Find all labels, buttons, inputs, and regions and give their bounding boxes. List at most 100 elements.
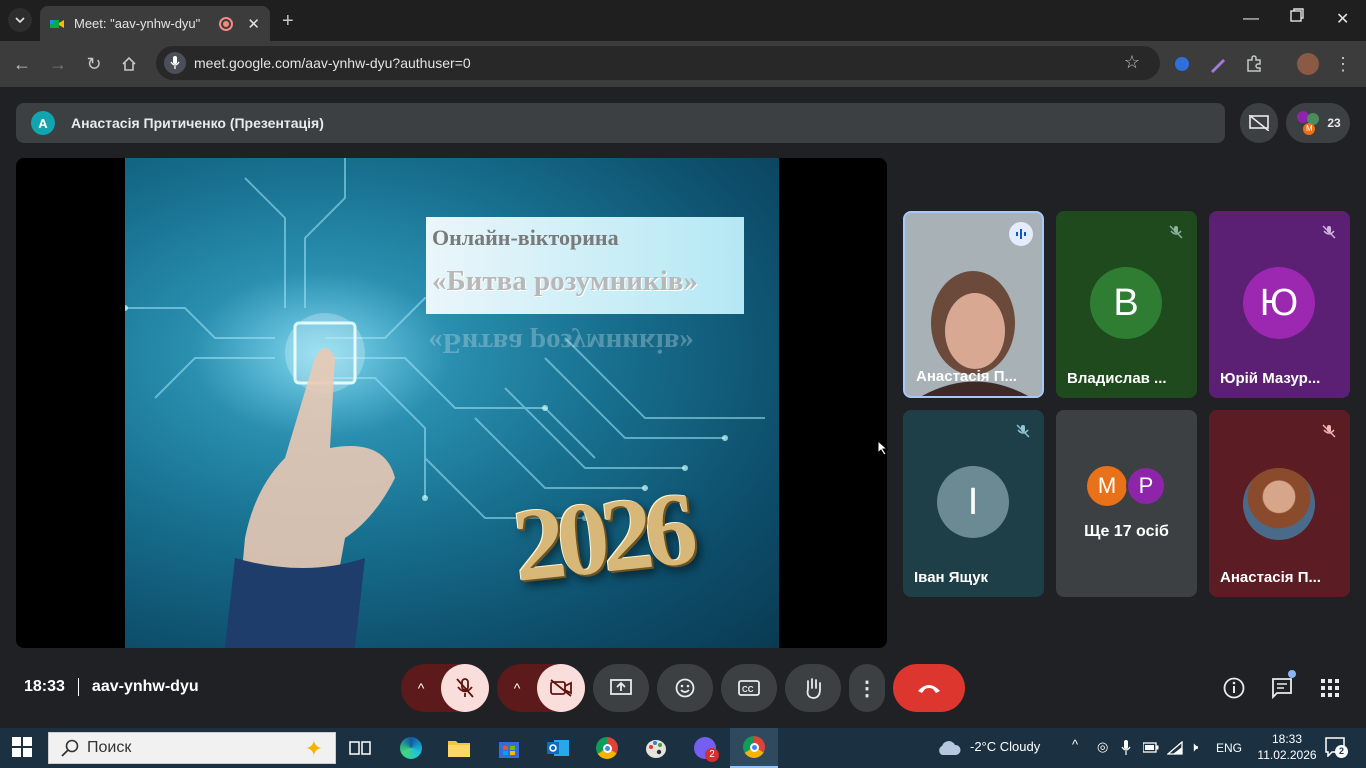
file-explorer-icon[interactable] [444,734,474,762]
participant-tile[interactable]: В Владислав ... [1056,211,1197,398]
tab-search-button[interactable] [8,8,32,32]
language-indicator[interactable]: ENG [1216,741,1242,755]
chrome-active-icon[interactable] [730,728,778,768]
meet-favicon-icon [50,19,64,28]
camera-off-icon [550,679,572,697]
chrome-menu-icon[interactable]: ⋮ [1332,53,1354,75]
chat-icon [1272,678,1292,699]
participant-tile[interactable]: І Іван Ящук [903,410,1044,597]
paint-icon[interactable] [641,734,671,762]
camera-tray-icon[interactable]: ◎ [1097,739,1108,755]
chat-button[interactable] [1258,664,1306,712]
participant-name: Владислав ... [1067,370,1167,387]
activities-button[interactable] [1306,664,1354,712]
new-tab-icon[interactable]: + [282,10,294,33]
search-icon [61,739,79,757]
hand-icon [806,678,821,699]
presentation-stage: Онлайн-вікторина «Битва розумників» «Бит… [16,158,887,648]
weather-text[interactable]: -2°C Cloudy [970,739,1040,754]
mic-off-icon [456,678,474,698]
slide-title-line1: Онлайн-вікторина [432,225,619,250]
captions-button[interactable]: CC [721,664,777,712]
others-tile[interactable]: M P Ще 17 осіб [1056,410,1197,597]
clock-time: 18:33 [1271,732,1303,746]
reactions-button[interactable] [657,664,713,712]
clock-date: 11.02.2026 [1257,748,1317,762]
browser-tab[interactable]: Meet: "aav-ynhw-dyu" ✕ [40,6,270,41]
reload-icon[interactable]: ↻ [83,53,105,75]
extension-pen-icon[interactable] [1208,54,1228,74]
participant-avatar: В [1090,267,1162,339]
video-options-chevron-icon[interactable]: ^ [497,680,537,696]
meeting-details-button[interactable] [1210,664,1258,712]
mouse-cursor-icon [877,440,889,456]
task-view-icon[interactable] [345,734,375,762]
wifi-icon[interactable] [1167,741,1183,755]
chrome-icon[interactable] [592,734,622,762]
raise-hand-button[interactable] [785,664,841,712]
close-window-icon[interactable]: ✕ [1336,9,1349,29]
url-text: meet.google.com/aav-ynhw-dyu?authuser=0 [194,55,471,71]
extensions-puzzle-icon[interactable] [1244,54,1264,74]
show-hidden-icons-icon[interactable]: ^ [1072,737,1078,752]
taskbar-search[interactable]: Поиск ✦ [48,732,336,764]
participant-tile-speaker[interactable]: Анастасія П... [903,211,1044,398]
windows-start-icon[interactable] [12,737,32,757]
hang-up-icon [918,685,940,693]
camera-off-button[interactable] [537,664,585,712]
browser-toolbar: ← → ↻ meet.google.com/aav-ynhw-dyu?authu… [0,41,1366,87]
participant-tile[interactable]: Ю Юрій Мазур... [1209,211,1350,398]
clock[interactable]: 18:33 11.02.2026 [1256,731,1318,763]
participant-name: Анастасія П... [916,368,1017,385]
home-icon[interactable] [118,53,140,75]
others-avatar: M [1087,466,1127,506]
site-mic-icon[interactable] [164,52,186,74]
participants-button[interactable]: M 23 [1286,103,1350,143]
others-label: Ще 17 осіб [1084,523,1169,540]
meeting-info: 18:33 aav-ynhw-dyu [24,678,199,696]
forward-icon[interactable]: → [47,53,69,75]
slide-title-line2: «Битва розумників» [432,265,698,297]
presentation-off-button[interactable] [1240,103,1278,143]
search-highlight-icon: ✦ [304,736,323,761]
info-icon [1223,677,1245,699]
edge-icon[interactable] [396,734,426,762]
minimize-icon[interactable]: — [1243,10,1259,28]
chat-notification-dot [1288,670,1296,678]
search-placeholder: Поиск [87,739,132,756]
participant-count: 23 [1327,116,1341,130]
emoji-icon [675,678,695,698]
present-now-button[interactable] [593,664,649,712]
mic-off-icon [1317,419,1341,443]
browser-tab-strip: Meet: "aav-ynhw-dyu" ✕ + — ✕ [0,0,1366,41]
address-bar[interactable]: meet.google.com/aav-ynhw-dyu?authuser=0 … [156,46,1160,80]
leave-call-button[interactable] [893,664,965,712]
tab-close-icon[interactable]: ✕ [247,15,260,33]
back-icon[interactable]: ← [11,53,33,75]
notifications-icon[interactable]: 2 [1325,737,1348,762]
mic-tray-icon[interactable] [1121,740,1131,756]
meeting-time: 18:33 [24,678,65,695]
participant-avatar: Ю [1243,267,1315,339]
participant-tile[interactable]: Анастасія П... [1209,410,1350,597]
recording-icon [219,16,234,31]
extension-blue-dot-icon[interactable] [1172,54,1192,74]
presenter-avatar: A [31,111,55,135]
others-avatar: P [1126,466,1166,506]
restore-icon[interactable] [1290,8,1304,27]
battery-icon[interactable] [1143,742,1159,754]
store-icon[interactable] [494,734,524,762]
chevron-down-icon [15,17,25,23]
outlook-icon[interactable] [543,734,573,762]
windows-taskbar: Поиск ✦ 2 -2°C Cloudy ^ ◎ 🕨 ENG 18:33 11… [0,728,1366,768]
mic-off-button[interactable] [441,664,489,712]
more-options-button[interactable]: ⋮ [849,664,885,712]
viber-icon[interactable]: 2 [690,734,720,762]
audio-options-chevron-icon[interactable]: ^ [401,680,441,696]
participant-photo-avatar [1243,468,1315,540]
volume-muted-icon[interactable]: 🕨 [1190,739,1198,755]
profile-avatar[interactable] [1297,53,1319,75]
bookmark-star-icon[interactable]: ☆ [1124,52,1140,73]
participant-name: Іван Ящук [914,569,989,586]
slide-year: 2026 [507,471,695,604]
